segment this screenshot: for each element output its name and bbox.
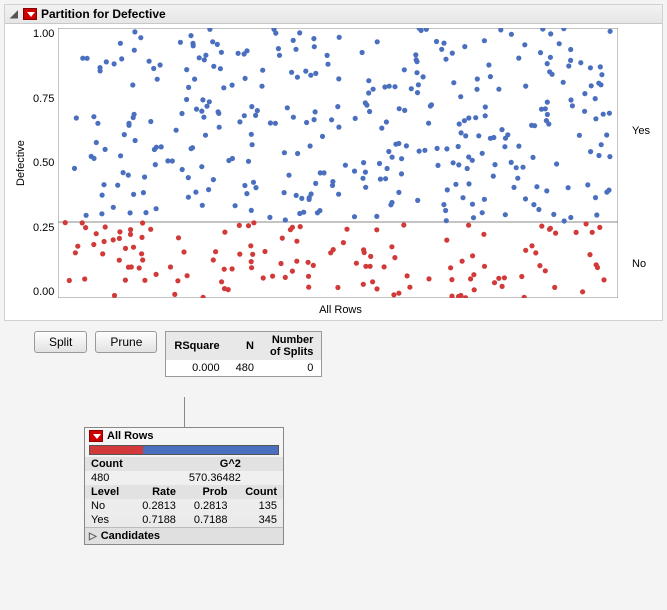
report-title: Partition for Defective — [41, 7, 166, 21]
table-row: Yes 0.7188 0.7188 345 — [85, 513, 283, 527]
node-levels-table: Level Rate Prob Count No 0.2813 0.2813 1… — [85, 485, 283, 527]
category-axis: Yes No — [628, 28, 654, 298]
rate-bar — [89, 445, 279, 455]
report-menu-icon[interactable] — [23, 8, 37, 20]
x-axis-label: All Rows — [53, 298, 628, 318]
tree-node-all-rows[interactable]: All Rows Count G^2 480 570.36482 Level R… — [84, 427, 284, 545]
split-button[interactable]: Split — [34, 331, 87, 353]
disclosure-icon[interactable]: ◢ — [9, 9, 19, 19]
col-rsquare: RSquare — [166, 332, 228, 361]
fit-stats-table: RSquare N Number of Splits 0.000 480 0 — [165, 331, 322, 377]
candidates-label: Candidates — [101, 530, 160, 542]
table-row: No 0.2813 0.2813 135 — [85, 499, 283, 513]
y-axis-ticks: 1.00 0.75 0.50 0.25 0.00 — [29, 28, 58, 298]
node-menu-icon[interactable] — [89, 430, 103, 442]
chevron-right-icon[interactable]: ▷ — [89, 531, 97, 542]
tree-connector — [184, 397, 284, 427]
prune-button[interactable]: Prune — [95, 331, 157, 353]
partition-plot[interactable]: Defective 1.00 0.75 0.50 0.25 0.00 Yes N… — [5, 24, 662, 320]
scatter-plot — [58, 28, 618, 298]
col-n: N — [228, 332, 262, 361]
col-splits: Number of Splits — [262, 332, 322, 361]
node-title: All Rows — [107, 430, 153, 442]
y-axis-label: Defective — [13, 28, 29, 298]
node-summary-table: Count G^2 480 570.36482 — [85, 457, 283, 485]
